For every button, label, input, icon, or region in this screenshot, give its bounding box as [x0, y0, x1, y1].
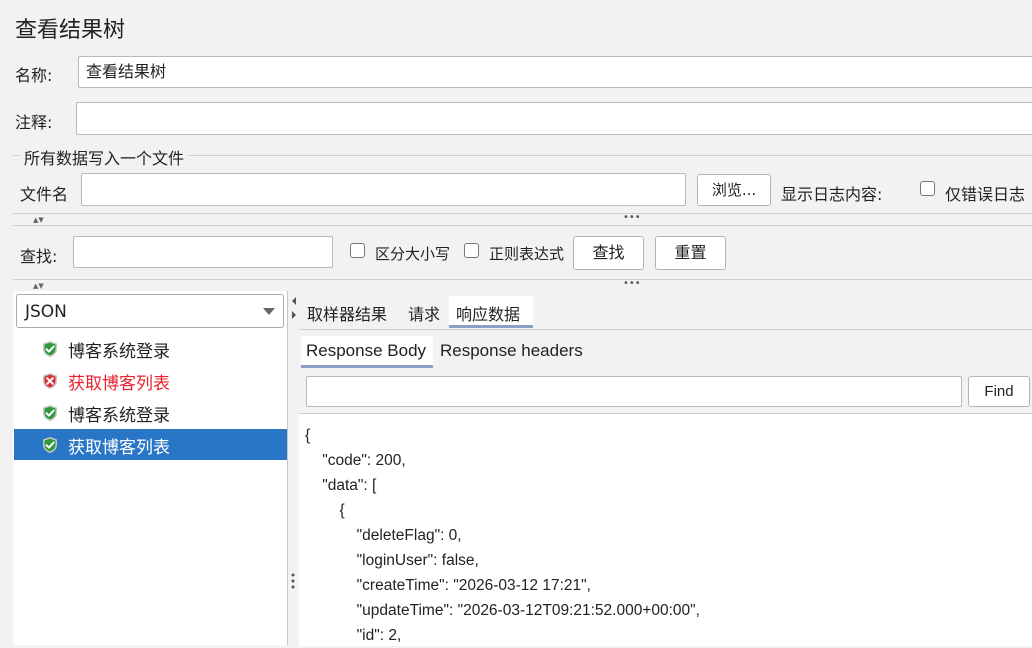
splitter-arrows-icon[interactable]: [291, 297, 297, 319]
browse-button[interactable]: 浏览...: [697, 174, 771, 206]
tree-item[interactable]: 获取博客列表: [14, 429, 287, 460]
chevron-down-icon: [263, 308, 275, 315]
shield-check-icon: [43, 341, 57, 357]
search-input[interactable]: [73, 236, 333, 268]
response-line: "code": 200,: [305, 452, 406, 469]
body-find-input[interactable]: [306, 376, 962, 407]
response-line: "data": [: [305, 477, 377, 494]
search-label: 查找:: [20, 247, 58, 266]
response-line: {: [305, 427, 311, 444]
splitter-dots-icon: •••: [623, 278, 641, 289]
tree-item[interactable]: 获取博客列表: [14, 365, 287, 396]
tab-response-data[interactable]: 响应数据: [449, 296, 533, 328]
tree-item[interactable]: 博客系统登录: [14, 333, 287, 364]
response-body-area[interactable]: { "code": 200, "data": [ { "deleteFlag":…: [299, 413, 1032, 646]
filename-label: 文件名: [20, 185, 69, 204]
response-line: "updateTime": "2026-03-12T09:21:52.000+0…: [305, 602, 700, 619]
tree-item-label: 博客系统登录: [68, 406, 170, 426]
splitter-top[interactable]: ▲▼ •••: [13, 213, 1032, 226]
case-sensitive-label: 区分大小写: [375, 245, 451, 263]
tab-bar-border: [299, 329, 1032, 330]
name-label: 名称:: [15, 66, 53, 85]
filename-field[interactable]: [81, 173, 686, 206]
renderer-select[interactable]: JSON: [16, 294, 284, 328]
tree-item-label: 获取博客列表: [68, 374, 170, 394]
response-line: {: [305, 502, 345, 519]
tree-item[interactable]: 博客系统登录: [14, 397, 287, 428]
shield-x-icon: [43, 373, 57, 389]
splitter-arrows-icon[interactable]: ▲▼: [33, 281, 44, 291]
regex-checkbox[interactable]: [464, 243, 479, 258]
tab-response-body-label: Response Body: [306, 341, 427, 360]
regex-label: 正则表达式: [489, 245, 565, 263]
tab-response-headers[interactable]: Response headers: [440, 341, 583, 361]
tab-request[interactable]: 请求: [408, 301, 440, 325]
comment-field[interactable]: [76, 102, 1032, 135]
name-field[interactable]: 查看结果树: [78, 56, 1032, 88]
errors-only-label: 仅错误日志: [945, 185, 1026, 204]
find-button[interactable]: 查找: [573, 236, 644, 270]
shield-check-icon: [43, 437, 57, 453]
response-line: "loginUser": false,: [305, 552, 479, 569]
renderer-select-value: JSON: [25, 302, 67, 322]
shield-check-icon: [43, 405, 57, 421]
errors-only-checkbox[interactable]: [920, 181, 935, 196]
body-find-button[interactable]: Find: [968, 376, 1030, 407]
splitter-arrows-icon[interactable]: ▲▼: [33, 215, 44, 225]
file-section-title: 所有数据写入一个文件: [20, 145, 189, 169]
page-title: 查看结果树: [15, 18, 126, 43]
response-line: "deleteFlag": 0,: [305, 527, 462, 544]
comment-label: 注释:: [15, 113, 53, 132]
splitter-dots-icon: •••: [623, 212, 641, 223]
reset-button[interactable]: 重置: [655, 236, 726, 270]
splitter-dots-icon: [291, 573, 295, 589]
response-body-text: { "code": 200, "data": [ { "deleteFlag":…: [305, 423, 700, 648]
tree-item-label: 博客系统登录: [68, 342, 170, 362]
log-content-label: 显示日志内容:: [781, 185, 883, 204]
tab-response-body[interactable]: Response Body: [301, 336, 433, 368]
tab-sampler-result[interactable]: 取样器结果: [307, 301, 387, 325]
response-line: "id": 2,: [305, 627, 402, 644]
tree-item-label: 获取博客列表: [68, 438, 170, 458]
tab-response-data-label: 响应数据: [456, 305, 521, 324]
response-line: "createTime": "2026-03-12 17:21",: [305, 577, 591, 594]
case-sensitive-checkbox[interactable]: [350, 243, 365, 258]
